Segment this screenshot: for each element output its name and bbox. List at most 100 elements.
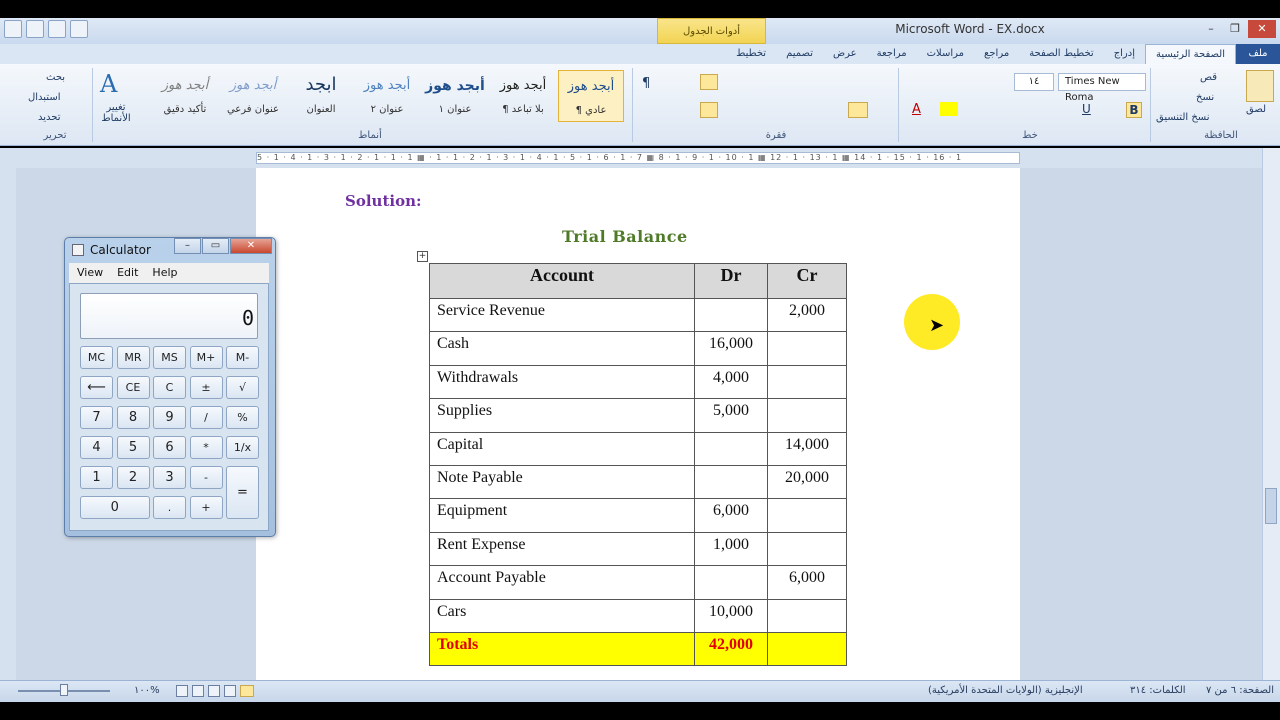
draft-view-icon[interactable] (176, 685, 188, 697)
m-minus-key[interactable]: M- (226, 346, 259, 369)
digit-1-key[interactable]: 1 (80, 466, 113, 489)
digit-5-key[interactable]: 5 (116, 436, 150, 459)
status-words[interactable]: الكلمات: ٣١٤ (1130, 685, 1186, 696)
style-title[interactable]: ابجد العنوان (288, 70, 354, 122)
calc-minimize-button[interactable]: – (174, 238, 201, 254)
digit-0-key[interactable]: 0 (80, 496, 150, 519)
tab-design[interactable]: تصميم (776, 44, 823, 64)
percent-key[interactable]: % (226, 406, 259, 429)
outline-view-icon[interactable] (192, 685, 204, 697)
font-size-combobox[interactable]: ١٤ (1014, 73, 1054, 91)
add-key[interactable]: + (189, 496, 223, 519)
change-styles-icon[interactable]: A (100, 70, 117, 98)
save-icon[interactable] (26, 20, 44, 38)
reciprocal-key[interactable]: 1/x (226, 436, 259, 459)
table-move-handle-icon[interactable]: + (417, 251, 428, 262)
negate-key[interactable]: ± (189, 376, 223, 399)
cut-button[interactable]: قص (1200, 72, 1217, 83)
style-normal[interactable]: أبجد هوز ¶ عادي (558, 70, 624, 122)
horizontal-ruler[interactable]: 5 · 1 · 4 · 1 · 3 · 1 · 2 · 1 · 1 · 1 ▦ … (256, 152, 1020, 164)
find-button[interactable]: بحث (46, 72, 65, 83)
bold-icon[interactable]: B (1126, 102, 1142, 118)
minimize-button[interactable]: – (1200, 20, 1222, 38)
underline-icon[interactable]: U (1082, 102, 1091, 116)
tab-page-layout[interactable]: تخطيط الصفحة (1019, 44, 1104, 64)
digit-8-key[interactable]: 8 (116, 406, 150, 429)
tab-file[interactable]: ملف (1236, 44, 1280, 64)
tab-view[interactable]: عرض (823, 44, 867, 64)
paste-icon[interactable] (1246, 70, 1274, 102)
digit-3-key[interactable]: 3 (153, 466, 186, 489)
divide-key[interactable]: / (189, 406, 223, 429)
align-center-icon[interactable] (848, 102, 868, 118)
print-layout-icon[interactable] (240, 685, 254, 697)
rtl-direction-icon[interactable] (700, 74, 718, 90)
paragraph-group-label: فقرة (765, 130, 787, 141)
tab-layout[interactable]: تخطيط (726, 44, 776, 64)
close-button[interactable]: ✕ (1248, 20, 1276, 38)
digit-9-key[interactable]: 9 (153, 406, 186, 429)
status-page[interactable]: الصفحة: ٦ من ٧ (1206, 685, 1274, 696)
tab-review[interactable]: مراجعة (867, 44, 917, 64)
style-name: عنوان ٢ (370, 104, 404, 115)
scrollbar-thumb[interactable] (1265, 488, 1277, 524)
zoom-slider-thumb[interactable] (60, 684, 68, 696)
style-subtitle[interactable]: أبجد هوز عنوان فرعي (220, 70, 286, 122)
mr-key[interactable]: MR (116, 346, 150, 369)
font-name-combobox[interactable]: Times New Roma (1058, 73, 1146, 103)
style-subtle-emphasis[interactable]: أبجد هوز تأكيد دقيق (152, 70, 218, 122)
copy-button[interactable]: نسخ (1196, 92, 1214, 103)
pilcrow-icon[interactable]: ¶ (642, 76, 650, 91)
web-layout-icon[interactable] (208, 685, 220, 697)
full-screen-reading-icon[interactable] (224, 685, 236, 697)
m-plus-key[interactable]: M+ (189, 346, 223, 369)
replace-button[interactable]: استبدال (28, 92, 61, 103)
status-language[interactable]: الإنجليزية (الولايات المتحدة الأمريكية) (928, 685, 1083, 696)
multiply-key[interactable]: * (189, 436, 223, 459)
ms-key[interactable]: MS (153, 346, 186, 369)
subtract-key[interactable]: - (189, 466, 223, 489)
mc-key[interactable]: MC (80, 346, 113, 369)
backspace-key[interactable]: ⟵ (80, 376, 113, 399)
highlight-icon[interactable] (940, 102, 958, 116)
menu-help[interactable]: Help (152, 263, 177, 283)
style-no-spacing[interactable]: أبجد هوز ¶ بلا تباعد (490, 70, 556, 122)
account-cell: Note Payable (429, 464, 695, 500)
select-button[interactable]: تحديد (38, 112, 61, 123)
zoom-level[interactable]: ١٠٠% (134, 685, 160, 696)
format-painter-button[interactable]: نسخ التنسيق (1156, 112, 1209, 123)
digit-7-key[interactable]: 7 (80, 406, 113, 429)
redo-icon[interactable] (70, 20, 88, 38)
style-heading-2[interactable]: أبجد هوز عنوان ٢ (354, 70, 420, 122)
decimal-key[interactable]: . (153, 496, 186, 519)
vertical-scrollbar[interactable] (1262, 148, 1280, 680)
menu-edit[interactable]: Edit (117, 263, 138, 283)
tab-mailings[interactable]: مراسلات (917, 44, 974, 64)
digit-6-key[interactable]: 6 (153, 436, 186, 459)
digit-4-key[interactable]: 4 (80, 436, 113, 459)
trial-balance-table[interactable]: Account Dr Cr Service Revenue 2,000 Cash 16… (429, 263, 847, 667)
ce-key[interactable]: CE (116, 376, 150, 399)
sqrt-key[interactable]: √ (226, 376, 259, 399)
tab-home[interactable]: الصفحة الرئيسية (1145, 44, 1236, 64)
style-name: العنوان (306, 104, 336, 115)
tab-references[interactable]: مراجع (974, 44, 1019, 64)
menu-view[interactable]: View (77, 263, 103, 283)
borders-icon[interactable] (700, 102, 718, 118)
paste-button[interactable]: لصق (1246, 104, 1266, 115)
digit-2-key[interactable]: 2 (116, 466, 150, 489)
font-color-icon[interactable]: A (912, 102, 921, 117)
style-sample: أبجد هوز (229, 78, 277, 93)
undo-icon[interactable] (48, 20, 66, 38)
word-icon[interactable] (4, 20, 22, 38)
clear-key[interactable]: C (153, 376, 186, 399)
calc-maximize-button[interactable]: ▭ (202, 238, 229, 254)
calc-close-button[interactable]: ✕ (230, 238, 272, 254)
vertical-ruler (0, 150, 16, 680)
change-styles-button[interactable]: تغيير الأنماط (96, 102, 136, 124)
equals-key[interactable]: = (226, 466, 259, 519)
style-heading-1[interactable]: أبجد هوز عنوان ١ (422, 70, 488, 122)
calculator-menu: View Edit Help (69, 263, 269, 283)
maximize-button[interactable]: ❐ (1224, 20, 1246, 38)
tab-insert[interactable]: إدراج (1104, 44, 1145, 64)
